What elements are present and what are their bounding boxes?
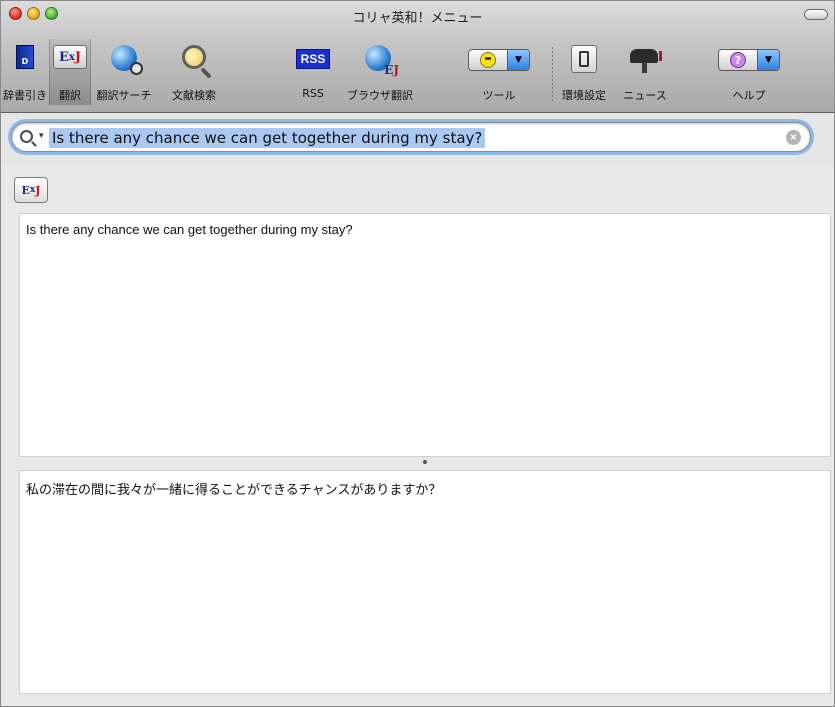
toolbar-literature-search-label: 文献検索 bbox=[172, 89, 216, 102]
switch-icon bbox=[571, 45, 597, 73]
ej-translate-icon: ExJ bbox=[53, 45, 87, 69]
toolbar-preferences-button[interactable]: 環境設定 bbox=[555, 39, 613, 105]
toolbar-toggle-button[interactable] bbox=[804, 9, 828, 20]
toolbar-translate-search-label: 翻訳サーチ bbox=[96, 89, 152, 102]
toolbar-translate-button[interactable]: ExJ 翻訳 bbox=[49, 39, 91, 105]
toolbar-rss-label: RSS bbox=[302, 87, 324, 100]
toolbar-translate-label: 翻訳 bbox=[59, 89, 81, 102]
mailbox-icon bbox=[628, 45, 662, 73]
result-text-area[interactable]: 私の滞在の間に我々が一緒に得ることができるチャンスがありますか？ bbox=[19, 470, 831, 694]
search-input-value[interactable]: Is there any chance we can get together … bbox=[49, 128, 486, 148]
search-icon[interactable] bbox=[20, 130, 33, 143]
toolbar-tools-label: ツール bbox=[482, 89, 516, 102]
globe-ej-icon: EJ bbox=[363, 45, 399, 77]
pane-splitter[interactable] bbox=[19, 457, 831, 470]
toolbar-translate-search-button[interactable]: 翻訳サーチ bbox=[91, 39, 157, 105]
smiley-popup-icon: ▼ bbox=[468, 49, 530, 71]
source-text-area[interactable]: Is there any chance we can get together … bbox=[19, 213, 831, 457]
toolbar-rss-button[interactable]: RSS RSS bbox=[293, 39, 333, 105]
title-toolbar-area: コリャ英和！メニュー D 辞書引き ExJ 翻訳 翻訳サーチ 文献検索 RSS bbox=[1, 1, 834, 113]
toolbar-news-button[interactable]: ニュース bbox=[613, 39, 677, 105]
toolbar-help-label: ヘルプ bbox=[732, 89, 766, 102]
search-menu-arrow-icon[interactable]: ▾ bbox=[39, 131, 44, 141]
translate-direction-button[interactable]: ExJ bbox=[14, 177, 48, 203]
toolbar-separator bbox=[552, 47, 553, 101]
magnifier-icon bbox=[182, 45, 206, 69]
dictionary-book-icon: D bbox=[16, 45, 34, 69]
toolbar-news-label: ニュース bbox=[623, 89, 667, 102]
app-window: コリャ英和！メニュー D 辞書引き ExJ 翻訳 翻訳サーチ 文献検索 RSS bbox=[0, 0, 835, 707]
translation-panel: ExJ Is there any chance we can get toget… bbox=[2, 165, 833, 706]
toolbar-literature-search-button[interactable]: 文献検索 bbox=[159, 39, 229, 105]
globe-search-icon bbox=[111, 45, 143, 75]
toolbar-preferences-label: 環境設定 bbox=[562, 89, 606, 102]
toolbar: D 辞書引き ExJ 翻訳 翻訳サーチ 文献検索 RSS RSS EJ ブラウザ… bbox=[1, 39, 834, 107]
toolbar-browser-translate-button[interactable]: EJ ブラウザ翻訳 bbox=[335, 39, 425, 105]
clear-search-icon[interactable]: × bbox=[786, 130, 801, 145]
search-field[interactable]: ▾ Is there any chance we can get togethe… bbox=[11, 122, 811, 152]
help-popup-icon: ? ▼ bbox=[718, 49, 780, 71]
window-title: コリャ英和！メニュー bbox=[352, 11, 483, 26]
toolbar-dictionary-button[interactable]: D 辞書引き bbox=[1, 39, 49, 105]
toolbar-tools-popup[interactable]: ▼ ツール bbox=[463, 39, 535, 105]
rss-icon: RSS bbox=[296, 49, 330, 69]
toolbar-dictionary-label: 辞書引き bbox=[3, 89, 47, 102]
toolbar-help-popup[interactable]: ? ▼ ヘルプ bbox=[713, 39, 785, 105]
toolbar-browser-translate-label: ブラウザ翻訳 bbox=[347, 89, 413, 102]
